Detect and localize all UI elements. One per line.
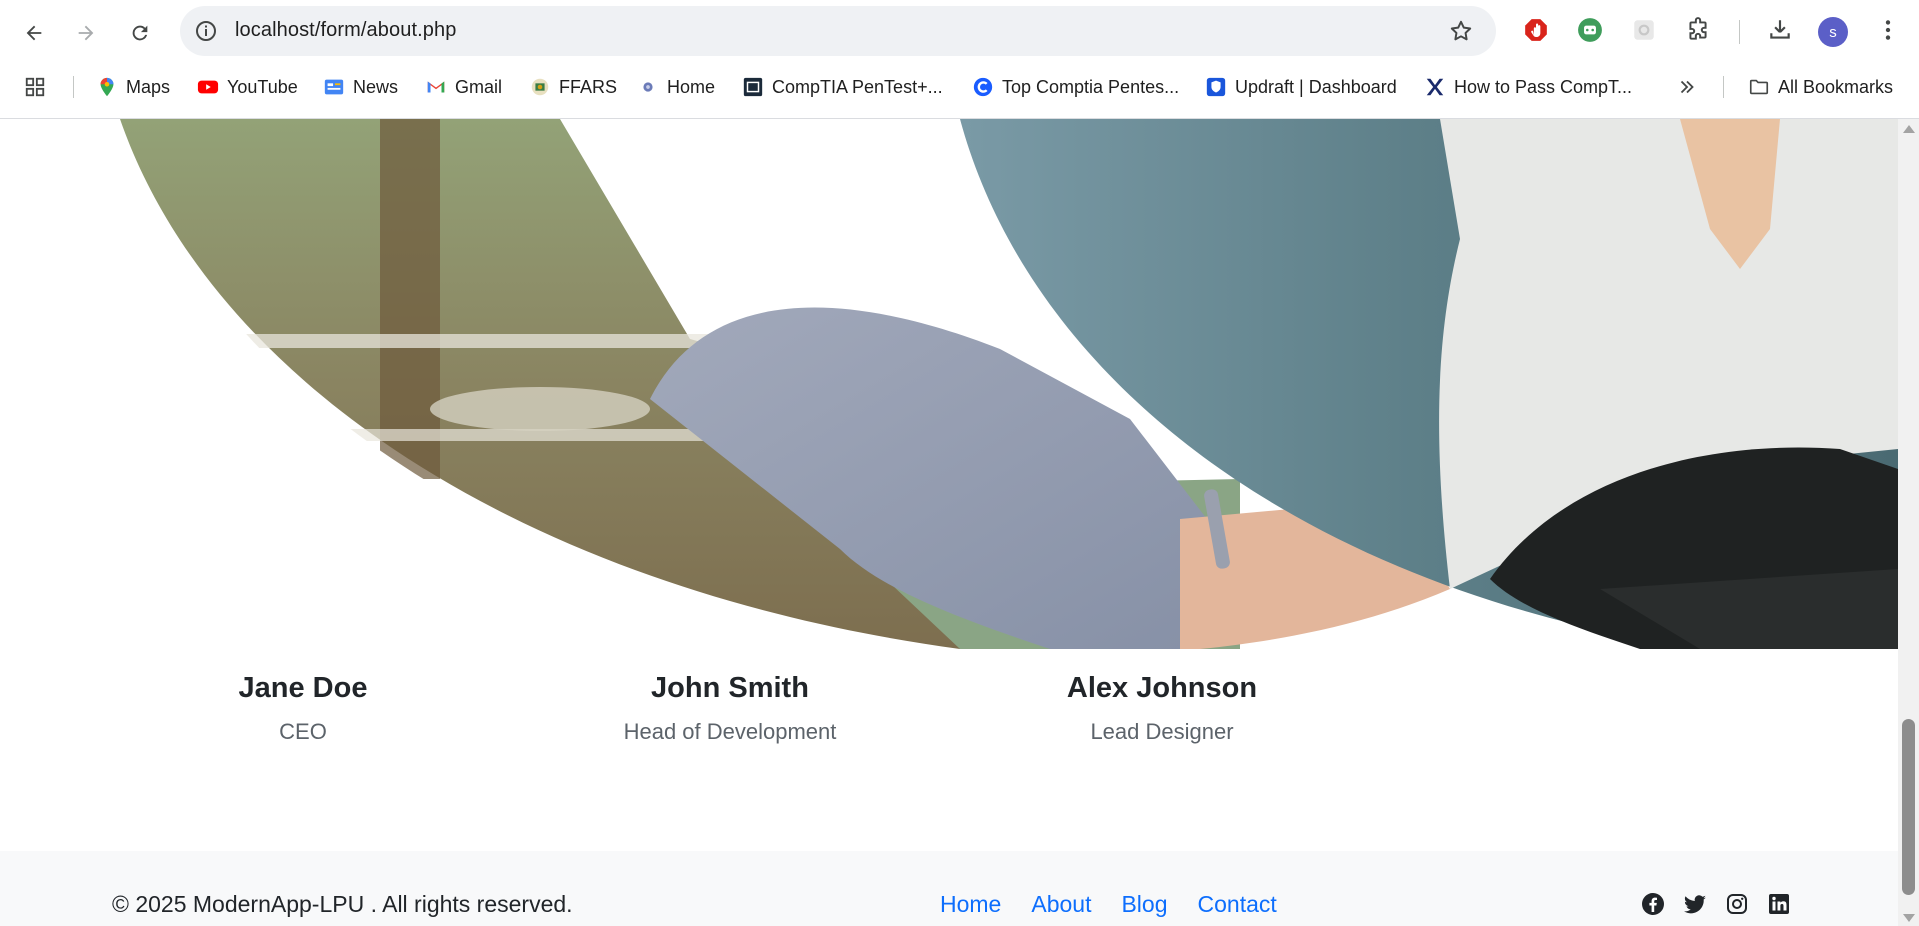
reload-icon [132,25,148,41]
bookmark-comptia[interactable]: CompTIA PenTest+... [742,71,943,103]
puzzle-icon [1689,17,1707,40]
double-chevron-right-icon [1676,76,1698,98]
bookmark-separator [73,76,74,98]
scroll-thumb[interactable] [1902,719,1915,895]
kebab-menu-icon [1885,20,1891,40]
bookmark-label: Top Comptia Pentes... [1002,76,1180,97]
footer-link-home[interactable]: Home [940,891,1001,918]
copyright-text: © 2025 ModernApp-LPU . All rights reserv… [112,891,573,917]
bookmark-label: News [353,76,399,97]
bookmarks-bar: Maps YouTube News Gmail FFARS Home CompT… [0,66,1919,108]
home-favicon [637,76,659,98]
page-scrollbar[interactable] [1898,119,1919,926]
gmail-icon [425,76,447,98]
extensions-button[interactable] [1682,14,1714,46]
twitter-icon[interactable] [1682,891,1708,917]
browser-toolbar: localhost/form/about.php s [0,0,1919,62]
bookmark-separator-right [1723,76,1724,98]
bookmark-maps[interactable]: Maps [96,71,170,103]
bookmark-news[interactable]: News [323,71,398,103]
team-photos-collage [120,119,1898,649]
browser-chrome: localhost/form/about.php s Maps YouTube … [0,0,1919,119]
facebook-icon[interactable] [1640,891,1666,917]
ffars-icon [529,76,551,98]
all-bookmarks-label: All Bookmarks [1778,76,1894,97]
robot-icon [1578,18,1602,42]
folder-icon [1748,76,1770,98]
bookmark-ffars[interactable]: FFARS [529,71,617,103]
maps-icon [96,76,118,98]
c-icon [972,76,994,98]
footer-link-about[interactable]: About [1031,891,1091,918]
robot-extension[interactable] [1574,14,1606,46]
toolbar-divider [1739,20,1740,44]
bookmark-star-icon[interactable] [1448,18,1474,44]
puzzle-grey-icon [1634,20,1654,40]
bookmark-label: FFARS [559,76,618,97]
member-role: CEO [279,719,327,744]
footer-link-contact[interactable]: Contact [1198,891,1277,918]
member-name: John Smith [651,672,809,704]
back-button[interactable] [14,13,54,53]
scroll-up-arrow-icon[interactable] [1903,125,1915,133]
x-icon [1424,76,1446,98]
comptia-icon [742,76,764,98]
address-bar[interactable]: localhost/form/about.php [180,6,1496,56]
all-bookmarks-button[interactable]: All Bookmarks [1748,71,1893,103]
browser-menu-button[interactable] [1872,14,1904,46]
member-role: Head of Development [623,719,837,744]
downloads-button[interactable] [1764,14,1796,46]
news-icon [323,76,345,98]
updraft-icon [1205,76,1227,98]
instagram-icon[interactable] [1724,891,1750,917]
bookmark-how-to-pass[interactable]: How to Pass CompT... [1424,71,1632,103]
bookmark-top-comptia[interactable]: Top Comptia Pentes... [972,71,1179,103]
team-member-card: Jane Doe CEO [93,672,513,745]
youtube-icon [197,76,219,98]
adblock-icon [1525,19,1547,41]
team-member-card: Alex Johnson Lead Designer [952,672,1372,745]
bookmark-updraft[interactable]: Updraft | Dashboard [1205,71,1397,103]
back-arrow-icon [26,25,42,41]
member-name: Alex Johnson [1066,672,1258,704]
profile-avatar[interactable]: s [1818,17,1848,47]
forward-arrow-icon [78,25,94,41]
bookmark-label: CompTIA PenTest+... [772,76,943,97]
social-links [1640,891,1792,917]
forward-button[interactable] [66,13,106,53]
reload-button[interactable] [120,13,160,53]
site-info-icon[interactable] [194,19,218,43]
disabled-extension[interactable] [1628,14,1660,46]
page-viewport: Jane Doe CEO John Smith Head of Developm… [0,119,1898,926]
site-footer: © 2025 ModernApp-LPU . All rights reserv… [0,851,1898,926]
url-text[interactable]: localhost/form/about.php [235,19,456,42]
bookmark-youtube[interactable]: YouTube [197,71,298,103]
scroll-down-arrow-icon[interactable] [1903,914,1915,922]
footer-nav: Home About Blog Contact [940,891,1277,918]
apps-grid-icon [24,76,46,98]
more-bookmarks-button[interactable] [1676,71,1698,103]
linkedin-icon[interactable] [1766,891,1792,917]
member-name: Jane Doe [238,672,368,704]
bookmark-label: Maps [126,76,171,97]
adblock-extension[interactable] [1520,14,1552,46]
team-member-card: John Smith Head of Development [520,672,940,745]
footer-link-blog[interactable]: Blog [1121,891,1167,918]
bookmark-label: Gmail [455,76,503,97]
bookmark-label: How to Pass CompT... [1454,76,1633,97]
bookmark-label: Updraft | Dashboard [1235,76,1397,97]
member-role: Lead Designer [1090,719,1234,744]
bookmark-home[interactable]: Home [637,71,715,103]
bookmark-label: Home [667,76,716,97]
bookmark-label: YouTube [227,76,298,97]
apps-button[interactable] [24,71,46,103]
bookmark-gmail[interactable]: Gmail [425,71,502,103]
download-icon [1770,20,1790,39]
